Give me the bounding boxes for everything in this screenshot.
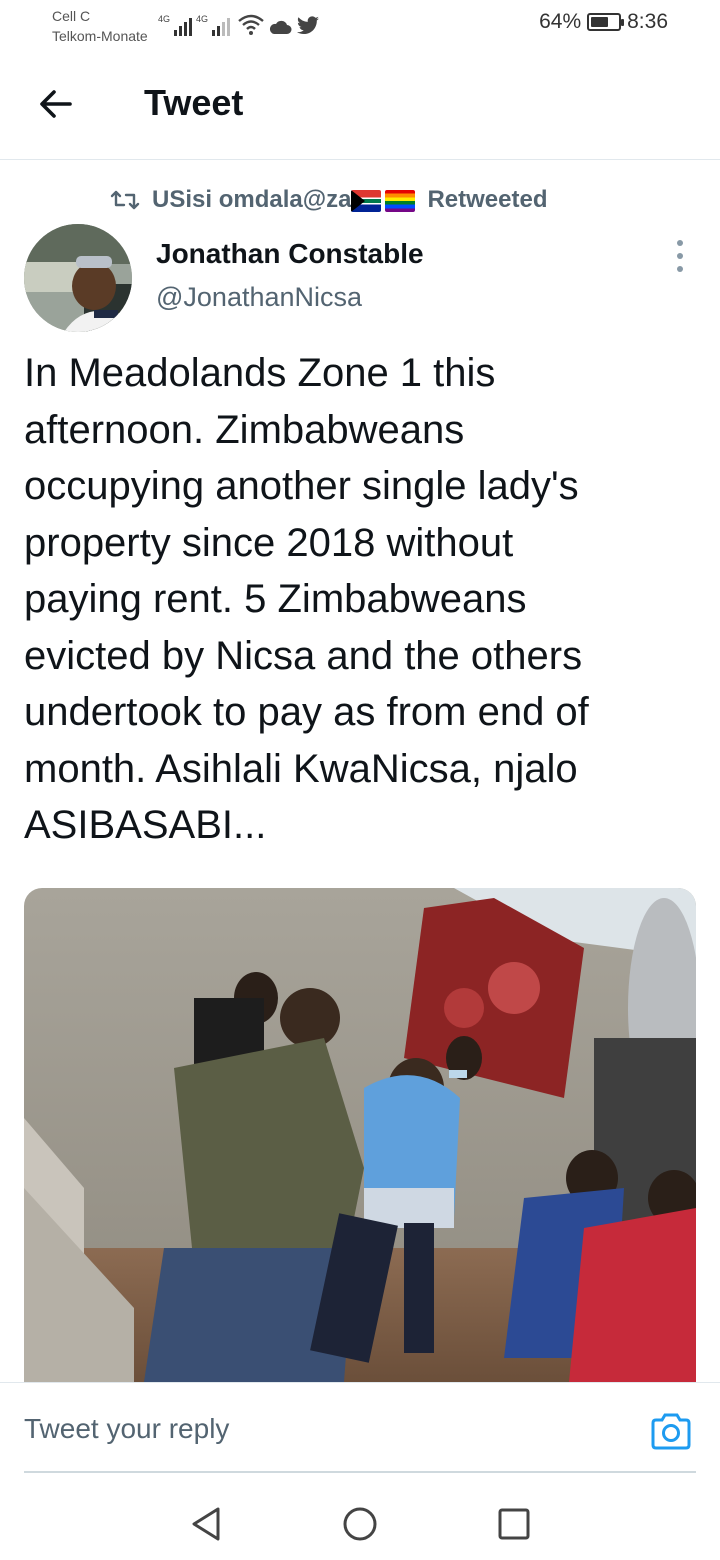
battery-icon [587,13,625,31]
battery-percent: 64% [539,10,582,33]
author-handle[interactable]: @JonathanNicsa [156,282,362,313]
carrier-info: Cell C Telkom-Monate [52,6,148,46]
tweet-media[interactable] [24,888,696,1382]
retweeted-label: Retweeted [427,186,548,213]
signal-icon-2 [212,18,231,36]
nav-recents-icon[interactable] [494,1504,534,1544]
carrier-1: Cell C [52,8,91,24]
retweeter-label: USisi omdala@za [152,186,352,213]
avatar[interactable] [24,224,132,332]
battery-fill [591,17,608,27]
retweet-icon [110,190,140,210]
reply-bar: Tweet your reply [0,1382,720,1490]
nav-home-icon[interactable] [340,1504,380,1544]
more-vertical-icon[interactable] [670,240,690,272]
app-header: Tweet [0,50,720,160]
reply-input[interactable]: Tweet your reply [24,1413,229,1445]
system-nav-bar [0,1490,720,1560]
carrier-2: Telkom-Monate [52,28,148,44]
clock: 8:36 [627,10,668,33]
author-name[interactable]: Jonathan Constable [156,238,424,270]
retweet-context[interactable]: USisi omdala@za Retweeted [110,182,548,218]
cloud-icon [269,20,292,34]
avatar-photo [24,224,132,332]
rainbow-flag-icon [385,189,416,212]
camera-icon[interactable] [650,1411,692,1453]
reply-divider [24,1471,696,1473]
status-right: 64% 8:36 [539,10,668,34]
network-type-2: 4G [196,14,209,24]
network-type-1: 4G [158,14,171,24]
page-title: Tweet [144,82,244,123]
south-africa-flag-icon [351,189,382,212]
twitter-bird-icon [297,16,320,35]
status-bar: Cell C Telkom-Monate 4G 4G 64% 8:36 [0,0,720,50]
media-photo [24,888,696,1382]
signal-icon [174,18,193,36]
retweeter-name[interactable]: USisi omdala@za [152,186,416,214]
nav-back-icon[interactable] [186,1504,226,1544]
arrow-left-icon[interactable] [36,84,76,124]
wifi-icon [238,14,264,35]
tweet-text: In Meadolands Zone 1 this afternoon. Zim… [24,351,589,847]
signal-icons: 4G 4G [158,12,320,36]
